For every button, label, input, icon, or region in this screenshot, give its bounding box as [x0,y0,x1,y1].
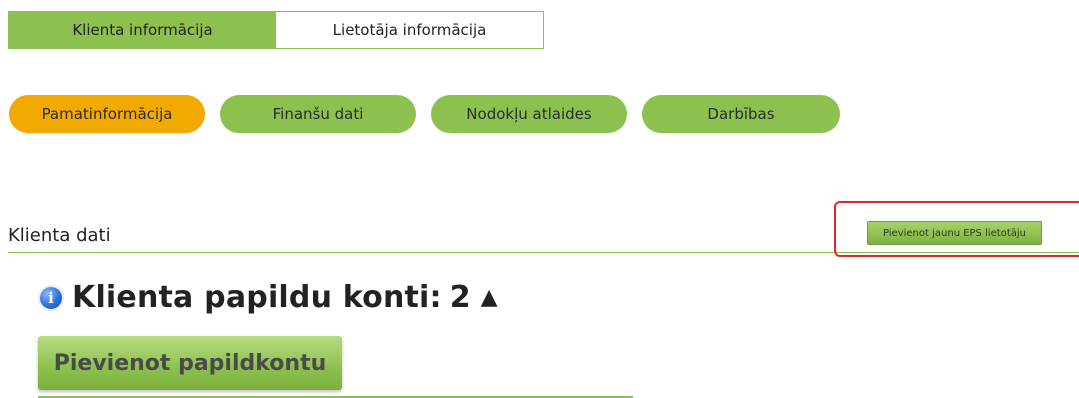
subtab-actions[interactable]: Darbības [642,95,840,133]
triangle-up-icon[interactable]: ▲ [481,285,498,310]
tab-user-info[interactable]: Lietotāja informācija [276,12,543,48]
info-icon[interactable]: i [38,284,64,311]
add-eps-user-button[interactable]: Pievienot jaunu EPS lietotāju [867,221,1042,245]
subtab-tax-reliefs[interactable]: Nodokļu atlaides [431,95,627,133]
accounts-heading: i Klienta papildu konti: 2 ▲ [38,280,498,315]
add-additional-account-button[interactable]: Pievienot papildkontu [38,336,342,390]
accounts-count: 2 [449,280,471,315]
top-tab-bar: Klienta informācija Lietotāja informācij… [8,11,544,49]
subtab-basic-info[interactable]: Pamatinformācija [9,95,205,133]
tab-client-info[interactable]: Klienta informācija [9,12,276,48]
section-title: Klienta dati [8,225,111,246]
subtab-financial-data[interactable]: Finanšu dati [220,95,416,133]
subtab-bar: Pamatinformācija Finanšu dati Nodokļu at… [9,95,840,133]
page: Klienta informācija Lietotāja informācij… [0,0,1079,398]
accounts-title: Klienta papildu konti: [72,280,442,315]
